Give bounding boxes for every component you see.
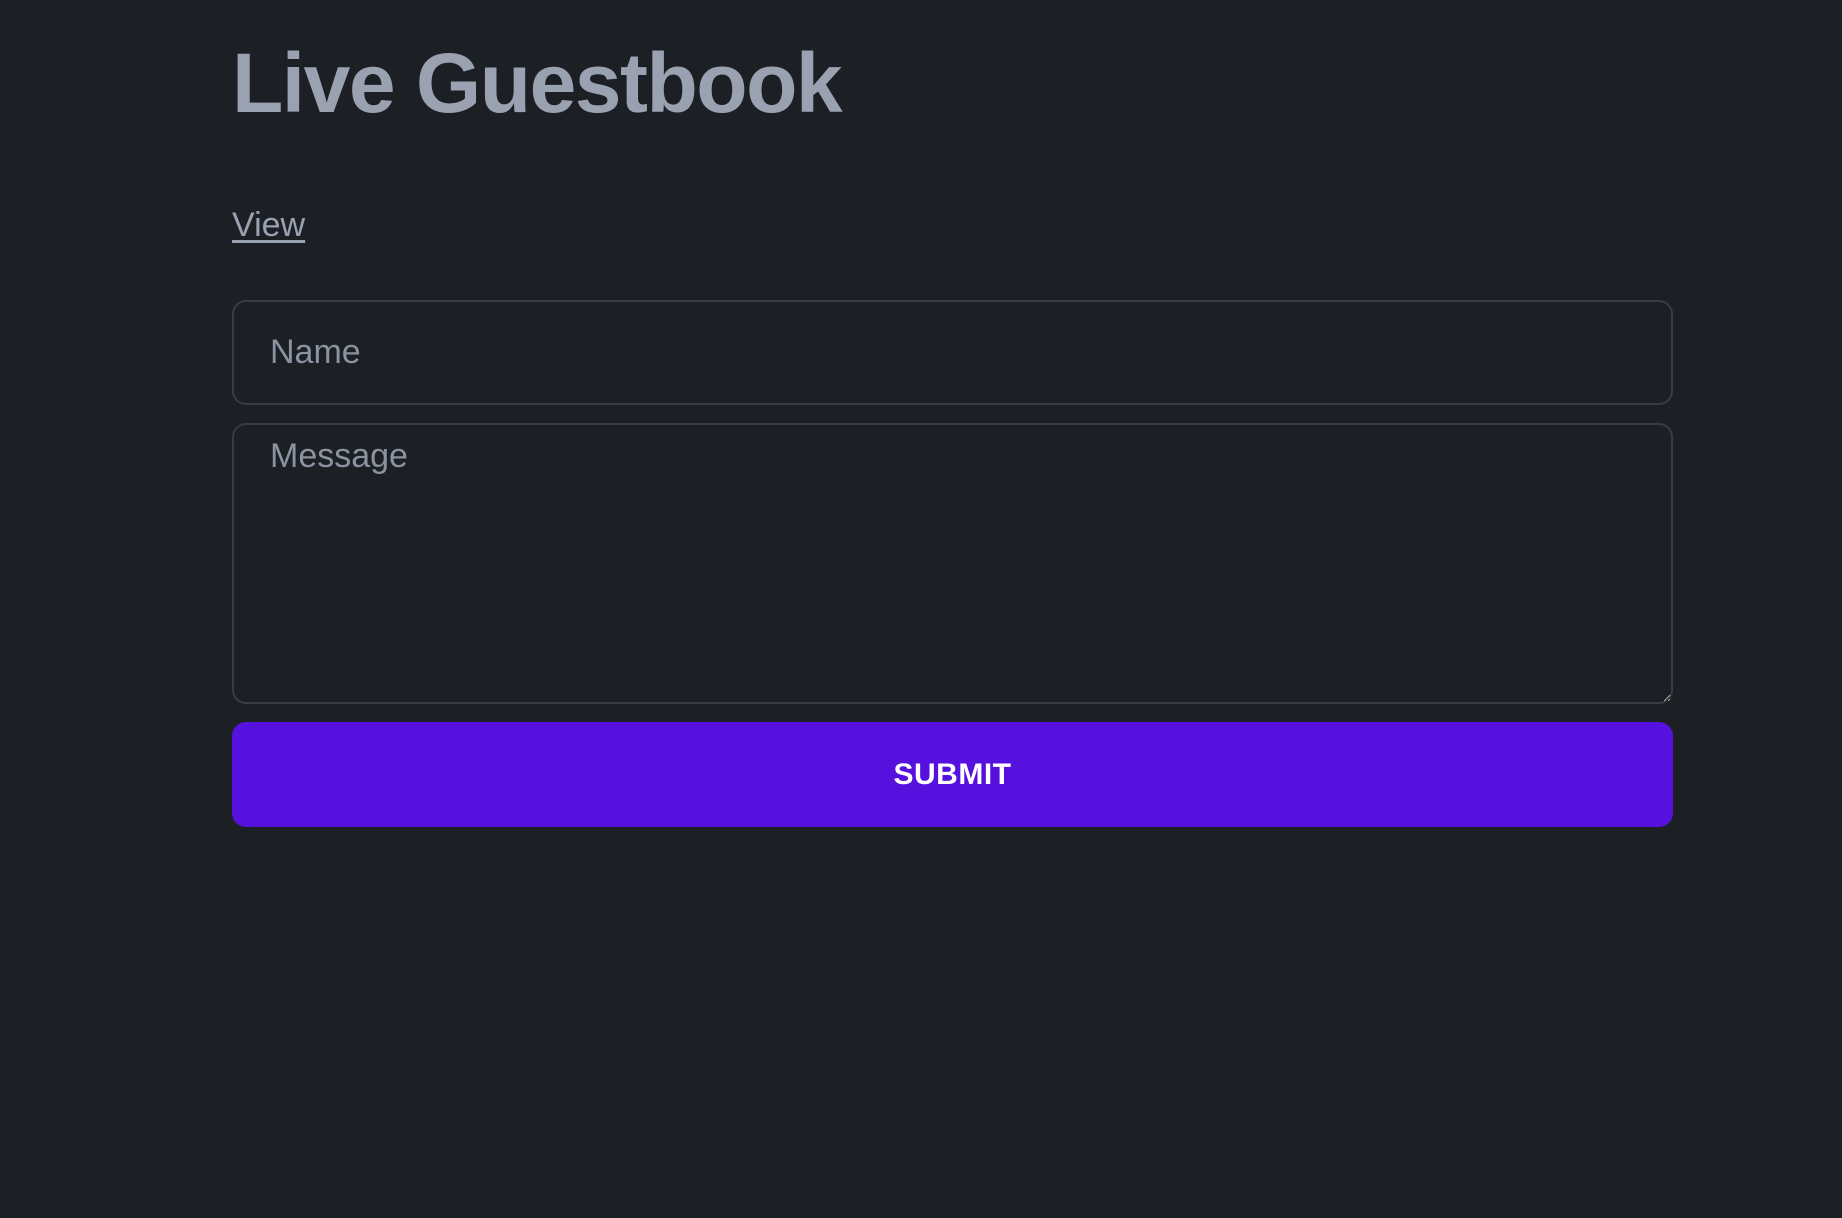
submit-button[interactable]: SUBMIT: [232, 722, 1673, 827]
view-link[interactable]: View: [232, 204, 305, 246]
guestbook-page: Live Guestbook View SUBMIT: [0, 0, 1842, 1218]
name-input[interactable]: [232, 300, 1673, 405]
message-textarea[interactable]: [232, 423, 1673, 704]
page-title: Live Guestbook: [232, 36, 843, 130]
